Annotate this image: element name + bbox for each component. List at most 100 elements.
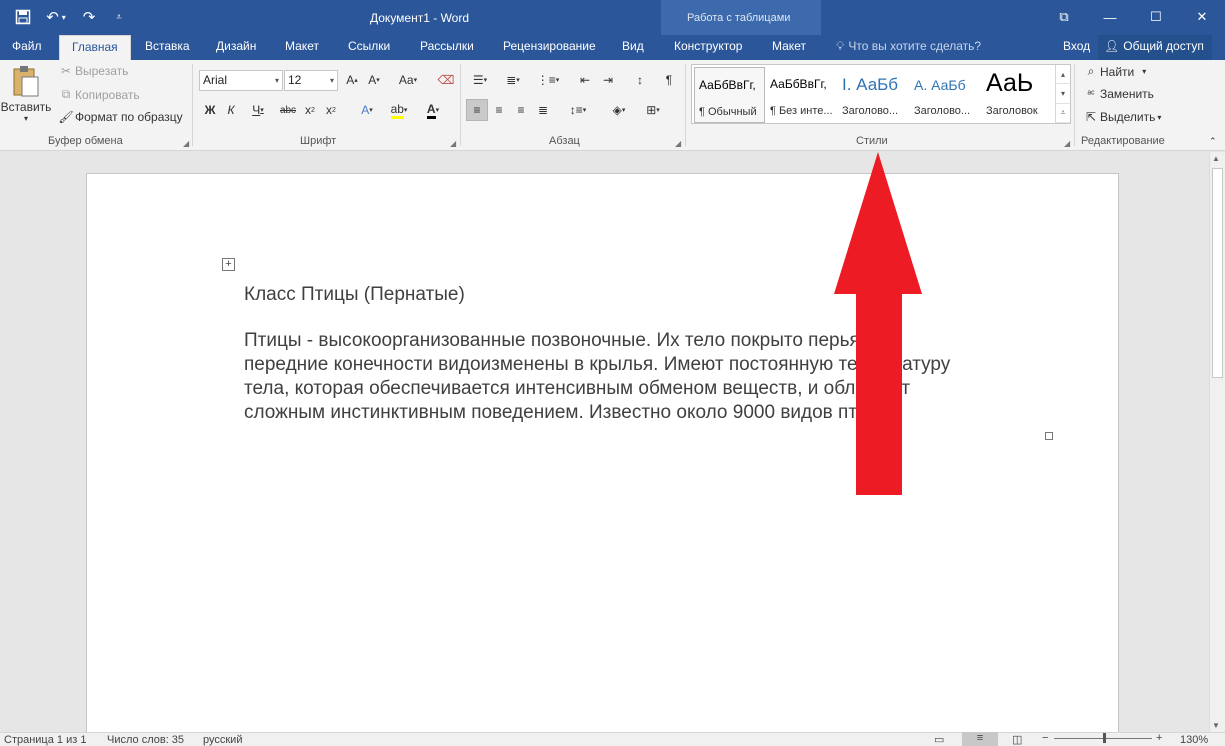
save-icon[interactable]: [8, 6, 38, 28]
language-indicator[interactable]: русский: [203, 734, 242, 746]
tab-table-layout[interactable]: Макет: [772, 35, 806, 60]
divider: [192, 64, 193, 146]
tab-file[interactable]: Файл: [12, 35, 42, 60]
copy-label: Копировать: [75, 87, 140, 102]
change-case-icon[interactable]: Aa ▾: [393, 69, 423, 91]
undo-icon[interactable]: ↶ ▾: [38, 6, 74, 28]
replace-button[interactable]: ᵃᶜ Заменить: [1082, 87, 1154, 101]
copy-button[interactable]: ⧉ Копировать: [57, 87, 140, 102]
underline-icon[interactable]: Ч ▾: [243, 99, 273, 121]
share-button[interactable]: 👤︎ Общий доступ: [1098, 35, 1212, 60]
font-name-box[interactable]: Arial ▾: [199, 70, 283, 91]
minimize-button[interactable]: —: [1087, 0, 1133, 34]
grow-font-icon[interactable]: A ▴: [341, 69, 363, 91]
collapse-ribbon-icon[interactable]: ⌃: [1209, 136, 1217, 147]
format-painter-button[interactable]: 🖌︎ Формат по образцу: [57, 110, 182, 124]
italic-icon[interactable]: К: [220, 99, 242, 121]
ribbon-display-options-icon[interactable]: ⧉: [1041, 0, 1087, 34]
tab-insert[interactable]: Вставка: [145, 35, 190, 60]
scroll-down-icon[interactable]: ▼: [1212, 721, 1220, 730]
redo-icon[interactable]: ↷: [74, 6, 104, 28]
line-spacing-icon[interactable]: ↕≡ ▾: [563, 99, 593, 121]
zoom-slider-thumb[interactable]: [1103, 733, 1106, 743]
scroll-up-icon[interactable]: ▲: [1212, 154, 1220, 163]
title-bar: ↶ ▾ ↷ ⩡ Документ1 - Word ⧉ — ☐ ✕: [0, 0, 1225, 35]
style-title[interactable]: АаЬ Заголовок: [982, 67, 1053, 123]
font-color-icon[interactable]: A ▾: [418, 99, 448, 121]
scrollbar-thumb[interactable]: [1212, 168, 1223, 378]
tab-mailings[interactable]: Рассылки: [420, 35, 474, 60]
select-button[interactable]: ⇱ Выделить ▾: [1082, 110, 1161, 124]
tab-table-design[interactable]: Конструктор: [674, 35, 742, 60]
sort-icon[interactable]: ↕: [629, 69, 651, 91]
paragraph-line: сложным инстинктивным поведением. Извест…: [244, 402, 884, 423]
web-layout-icon[interactable]: ◫: [1012, 733, 1022, 746]
increase-indent-icon[interactable]: ⇥: [597, 69, 619, 91]
subscript-icon[interactable]: x2: [299, 99, 321, 121]
print-layout-icon[interactable]: ≡: [962, 732, 998, 746]
highlight-color-icon[interactable]: ab ▾: [384, 99, 414, 121]
style-no-spacing[interactable]: АаБбВвГг, ¶ Без инте...: [766, 67, 837, 123]
numbering-icon[interactable]: ≣ ▾: [499, 69, 527, 91]
zoom-in-icon[interactable]: +: [1156, 732, 1162, 744]
find-button[interactable]: ⌕ Найти ▾: [1082, 64, 1147, 79]
style-heading-2[interactable]: А. АаБб Заголово...: [910, 67, 981, 123]
styles-launcher-icon[interactable]: ◢: [1064, 139, 1070, 148]
document-paragraph[interactable]: Птицы - высокоорганизованные позвоночные…: [244, 329, 1044, 425]
tab-view[interactable]: Вид: [622, 35, 644, 60]
paragraph-launcher-icon[interactable]: ◢: [675, 139, 681, 148]
document-heading[interactable]: Класс Птицы (Пернатые): [244, 284, 465, 306]
word-count[interactable]: Число слов: 35: [107, 734, 184, 746]
table-move-handle-icon[interactable]: +: [222, 258, 235, 271]
tab-layout[interactable]: Макет: [285, 35, 319, 60]
more-styles-icon[interactable]: ⩡: [1056, 104, 1070, 123]
align-right-icon[interactable]: ≡: [510, 99, 532, 121]
multilevel-list-icon[interactable]: ⋮≡ ▾: [533, 69, 563, 91]
tab-references[interactable]: Ссылки: [348, 35, 390, 60]
bold-icon[interactable]: Ж: [199, 99, 221, 121]
strikethrough-icon[interactable]: abc: [277, 99, 299, 121]
shrink-font-icon[interactable]: A ▾: [363, 69, 385, 91]
borders-icon[interactable]: ⊞ ▾: [638, 99, 668, 121]
font-size-box[interactable]: 12 ▾: [284, 70, 338, 91]
scroll-down-icon[interactable]: ▾: [1056, 84, 1070, 104]
tell-me-box[interactable]: 💡︎ Что вы хотите сделать?: [836, 35, 981, 60]
maximize-button[interactable]: ☐: [1133, 0, 1179, 34]
style-name: Заголово...: [842, 105, 899, 117]
zoom-out-icon[interactable]: −: [1042, 732, 1048, 744]
paste-button[interactable]: Вставить ▾: [0, 64, 52, 130]
bullets-icon[interactable]: ☰ ▾: [466, 69, 494, 91]
zoom-level[interactable]: 130%: [1180, 734, 1208, 746]
style-name: ¶ Без инте...: [770, 105, 833, 117]
document-page[interactable]: + Класс Птицы (Пернатые) Птицы - высокоо…: [86, 173, 1119, 743]
clear-formatting-icon[interactable]: ⌫: [435, 69, 457, 91]
clipboard-launcher-icon[interactable]: ◢: [183, 139, 189, 148]
window-title: Документ1 - Word: [370, 11, 470, 25]
justify-icon[interactable]: ≣: [532, 99, 554, 121]
scroll-up-icon[interactable]: ▴: [1056, 65, 1070, 85]
table-resize-handle-icon[interactable]: [1045, 432, 1053, 440]
cursor-icon: ⇱: [1085, 110, 1097, 124]
style-normal[interactable]: АаБбВвГг, ¶ Обычный: [694, 67, 765, 123]
superscript-icon[interactable]: x2: [320, 99, 342, 121]
vertical-scrollbar[interactable]: ▲ ▼: [1209, 152, 1225, 732]
tab-home[interactable]: Главная: [59, 35, 131, 60]
align-left-icon[interactable]: ≡: [466, 99, 488, 121]
decrease-indent-icon[interactable]: ⇤: [574, 69, 596, 91]
sign-in-link[interactable]: Вход: [1063, 35, 1090, 60]
paste-label: Вставить: [0, 100, 52, 114]
text-effects-icon[interactable]: A ▾: [352, 99, 382, 121]
align-center-icon[interactable]: ≡: [488, 99, 510, 121]
page-count[interactable]: Страница 1 из 1: [4, 734, 86, 746]
close-button[interactable]: ✕: [1179, 0, 1225, 34]
tab-design[interactable]: Дизайн: [216, 35, 256, 60]
style-heading-1[interactable]: I. АаБб Заголово...: [838, 67, 909, 123]
font-launcher-icon[interactable]: ◢: [450, 139, 456, 148]
show-formatting-marks-icon[interactable]: ¶: [658, 69, 680, 91]
read-mode-icon[interactable]: ▭: [934, 733, 944, 746]
scissors-icon: ✂: [60, 64, 72, 78]
customize-qat-icon[interactable]: ⩡: [104, 6, 134, 28]
cut-button[interactable]: ✂ Вырезать: [57, 64, 128, 78]
tab-review[interactable]: Рецензирование: [503, 35, 596, 60]
shading-icon[interactable]: ◈ ▾: [604, 99, 634, 121]
